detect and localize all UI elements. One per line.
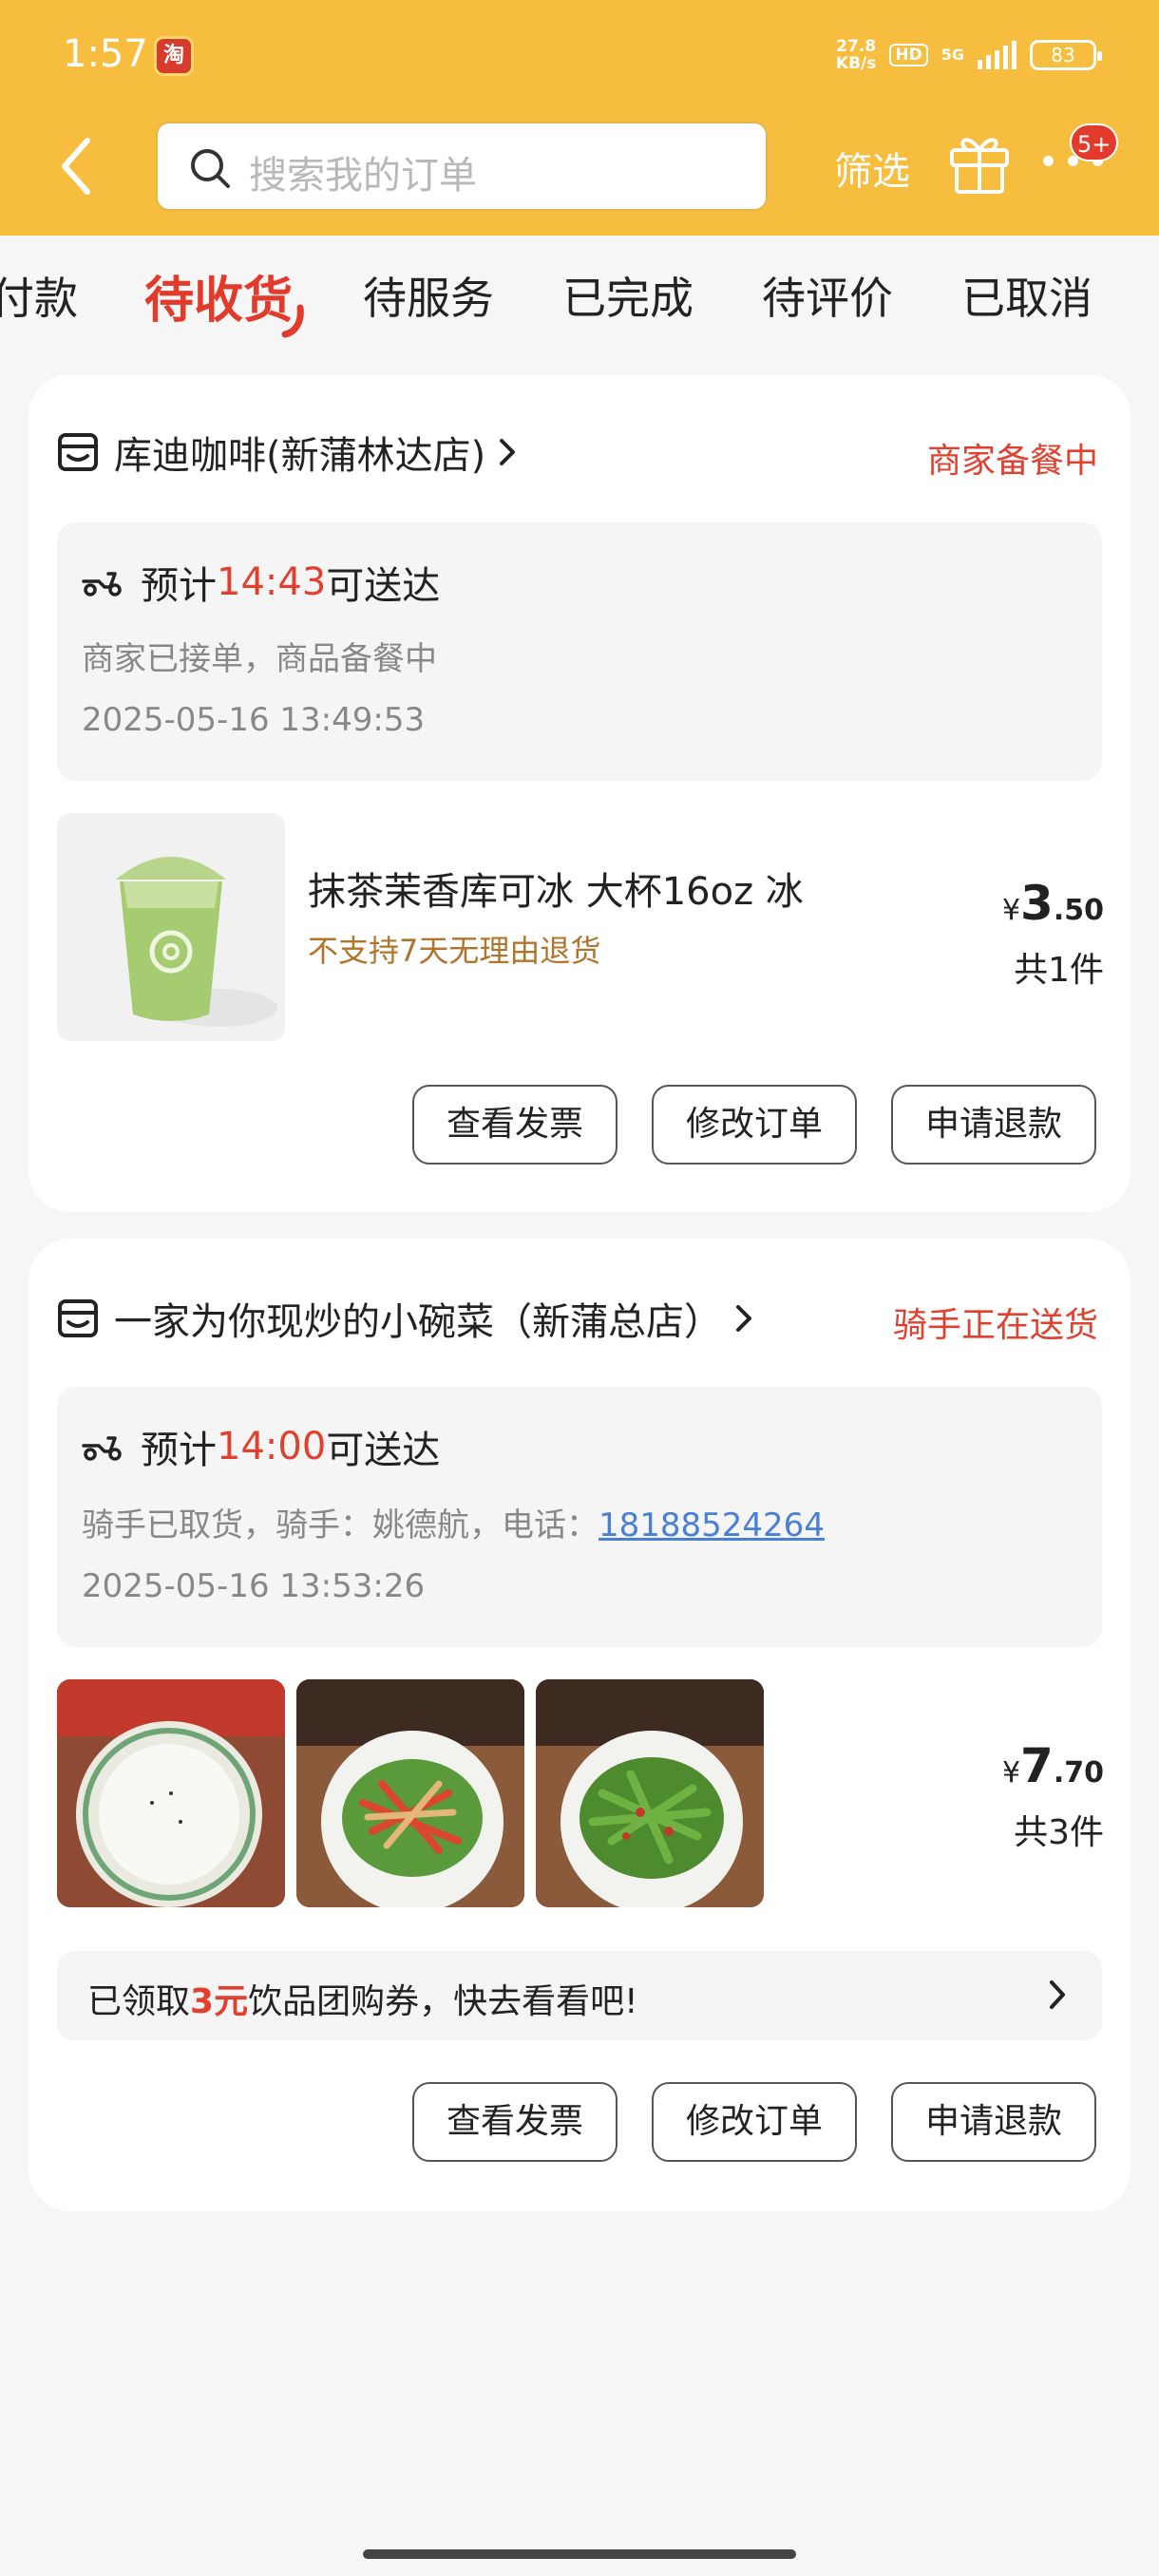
- network-type: 5G: [940, 46, 964, 64]
- product-image-rice[interactable]: [57, 1679, 285, 1907]
- price-integer: 7: [1020, 1738, 1054, 1793]
- shop-link[interactable]: 一家为你现炒的小碗菜（新蒲总店）: [57, 1290, 752, 1347]
- delivery-info: 预计 14:43 可送达 商家已接单，商品备餐中 2025-05-16 13:4…: [57, 522, 1102, 781]
- signal-icon: [978, 41, 1016, 69]
- order-price: ¥3.50: [1002, 876, 1104, 931]
- chevron-right-icon: [1050, 1980, 1065, 2009]
- chevron-right-icon: [500, 439, 516, 465]
- view-invoice-button[interactable]: 查看发票: [412, 1085, 618, 1165]
- taobao-app-icon: 淘: [154, 36, 194, 76]
- search-icon: [191, 149, 230, 188]
- green-beans-dish-illustration: [536, 1679, 764, 1907]
- coupon-prefix: 已领取: [87, 1982, 191, 2021]
- order-status: 商家备餐中: [926, 442, 1098, 481]
- shop-name: 库迪咖啡(新蒲林达店): [114, 434, 486, 478]
- status-time: 1:57: [63, 32, 148, 76]
- view-invoice-button[interactable]: 查看发票: [412, 2082, 618, 2162]
- filter-button[interactable]: 筛选: [834, 141, 910, 196]
- tab-completed[interactable]: 已完成: [562, 264, 694, 327]
- modify-order-button[interactable]: 修改订单: [652, 2082, 857, 2162]
- delivery-info: 预计 14:00 可送达 骑手已取货，骑手：姚德航，电话：18188524264…: [57, 1387, 1102, 1647]
- coupon-amount: 3元: [190, 1982, 249, 2021]
- hd-icon: HD: [889, 44, 928, 66]
- product-image-pepper-pork[interactable]: [296, 1679, 524, 1907]
- notification-badge: 5+: [1070, 123, 1119, 161]
- currency-symbol: ¥: [1001, 1756, 1021, 1790]
- tab-to-service[interactable]: 待服务: [363, 264, 494, 327]
- rice-bowl-illustration: [57, 1679, 285, 1907]
- pepper-pork-dish-illustration: [296, 1679, 524, 1907]
- shop-name: 一家为你现炒的小碗菜（新蒲总店）: [114, 1300, 722, 1344]
- return-policy-note: 不支持7天无理由退货: [308, 933, 601, 969]
- scooter-icon: [82, 572, 122, 597]
- order-card: 一家为你现炒的小碗菜（新蒲总店） 骑手正在送货 预计 14:00 可送达 骑手已…: [28, 1239, 1130, 2211]
- order-progress-text: 商家已接单，商品备餐中: [82, 640, 437, 678]
- status-indicators: 27.8 KB/s HD 5G 83: [836, 34, 1102, 76]
- order-status: 骑手正在送货: [892, 1306, 1098, 1345]
- order-tabs: 付款 待收货 待服务 已完成 待评价 已取消: [0, 236, 1159, 350]
- speed-value: 27.8: [836, 37, 877, 56]
- price-decimal: .70: [1053, 1756, 1104, 1790]
- eta-prefix: 预计: [141, 1429, 217, 1472]
- request-refund-button[interactable]: 申请退款: [891, 1085, 1096, 1165]
- eta-suffix: 可送达: [326, 564, 441, 608]
- tab-cancelled[interactable]: 已取消: [961, 264, 1092, 327]
- scooter-icon: [82, 1436, 122, 1461]
- top-header: 1:57 淘 27.8 KB/s HD 5G 83 搜索我的订单 筛选 5+: [0, 0, 1159, 236]
- rider-phone-link[interactable]: 18188524264: [598, 1506, 825, 1544]
- home-indicator[interactable]: [363, 2549, 796, 2559]
- back-arrow-icon[interactable]: [55, 133, 97, 199]
- price-decimal: .50: [1053, 894, 1104, 927]
- product-image[interactable]: [57, 813, 285, 1041]
- eta-line: 预计 14:00 可送达: [82, 1423, 440, 1472]
- order-price: ¥7.70: [1002, 1738, 1104, 1793]
- rider-info-text: 骑手已取货，骑手：姚德航，电话：: [82, 1506, 598, 1544]
- order-card: 库迪咖啡(新蒲林达店) 商家备餐中 预计 14:43 可送达 商家已接单，商品备…: [28, 374, 1130, 1212]
- eta-time: 14:43: [217, 560, 327, 604]
- coupon-text: 已领取3元饮品团购券，快去看看吧!: [87, 1974, 638, 2023]
- active-tab-indicator: [281, 304, 304, 338]
- request-refund-button[interactable]: 申请退款: [891, 2082, 1096, 2162]
- status-bar: 1:57 淘 27.8 KB/s HD 5G 83: [0, 0, 1159, 112]
- rider-info: 骑手已取货，骑手：姚德航，电话：18188524264: [82, 1499, 825, 1545]
- coupon-banner[interactable]: 已领取3元饮品团购券，快去看看吧!: [57, 1951, 1102, 2040]
- chevron-right-icon: [736, 1305, 751, 1332]
- search-placeholder: 搜索我的订单: [249, 154, 477, 198]
- eta-suffix: 可送达: [326, 1429, 441, 1472]
- item-count: 共3件: [1014, 1813, 1104, 1852]
- eta-line: 预计 14:43 可送达: [82, 559, 440, 608]
- network-speed: 27.8 KB/s: [836, 38, 876, 72]
- product-name[interactable]: 抹茶茉香库可冰 大杯16oz 冰: [308, 861, 804, 916]
- order-timestamp: 2025-05-16 13:49:53: [82, 701, 426, 739]
- price-integer: 3: [1020, 876, 1054, 931]
- order-timestamp: 2025-05-16 13:53:26: [82, 1567, 426, 1605]
- eta-time: 14:00: [217, 1425, 327, 1468]
- coupon-suffix: 饮品团购券，快去看看吧!: [248, 1982, 638, 2021]
- item-count: 共1件: [1014, 951, 1104, 990]
- search-input[interactable]: 搜索我的订单: [156, 122, 768, 211]
- modify-order-button[interactable]: 修改订单: [652, 1085, 857, 1165]
- tab-pay[interactable]: 付款: [0, 264, 78, 327]
- gift-icon[interactable]: [946, 127, 1013, 196]
- speed-unit: KB/s: [835, 54, 877, 73]
- tab-to-receive[interactable]: 待收货: [144, 260, 293, 331]
- currency-symbol: ¥: [1001, 894, 1021, 927]
- battery-icon: 83: [1030, 40, 1102, 70]
- eta-prefix: 预计: [141, 564, 217, 608]
- tab-to-review[interactable]: 待评价: [762, 264, 893, 327]
- shop-icon: [58, 433, 98, 471]
- matcha-drink-illustration: [116, 857, 277, 1027]
- product-image-green-beans[interactable]: [536, 1679, 764, 1907]
- shop-link[interactable]: 库迪咖啡(新蒲林达店): [57, 424, 516, 481]
- shop-icon: [58, 1299, 98, 1337]
